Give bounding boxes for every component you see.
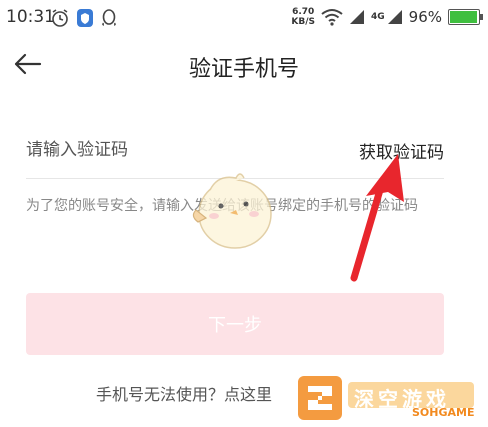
network-speed: 6.70 KB/S [291, 7, 315, 27]
speed-unit: KB/S [291, 17, 315, 27]
battery-percent: 96% [408, 8, 442, 26]
site-watermark: 深空游戏 SOHGAME [292, 370, 488, 423]
status-bar: 10:31 6.70 KB/S 4G 96% [0, 0, 488, 34]
speed-value: 6.70 [292, 7, 315, 17]
phone-unusable-link[interactable]: 手机号无法使用？点这里 [96, 381, 272, 405]
chick-mascot-icon [192, 173, 272, 249]
next-step-button[interactable]: 下一步 [26, 293, 444, 355]
verification-code-input[interactable] [26, 135, 326, 165]
red-arrow-annotation [350, 154, 404, 282]
qq-icon [102, 9, 116, 26]
shield-icon [77, 9, 93, 27]
signal-icon-1 [350, 10, 364, 24]
status-right: 6.70 KB/S 4G 96% [291, 4, 483, 30]
battery-icon [448, 9, 483, 25]
watermark-sub: SOHGAME [412, 406, 475, 419]
signal-label: 4G [371, 12, 385, 22]
page-title: 验证手机号 [188, 57, 299, 82]
alarm-icon [52, 9, 68, 27]
wifi-icon [321, 9, 343, 26]
signal-icon-2 [387, 10, 402, 24]
status-time: 10:31 [6, 7, 55, 27]
